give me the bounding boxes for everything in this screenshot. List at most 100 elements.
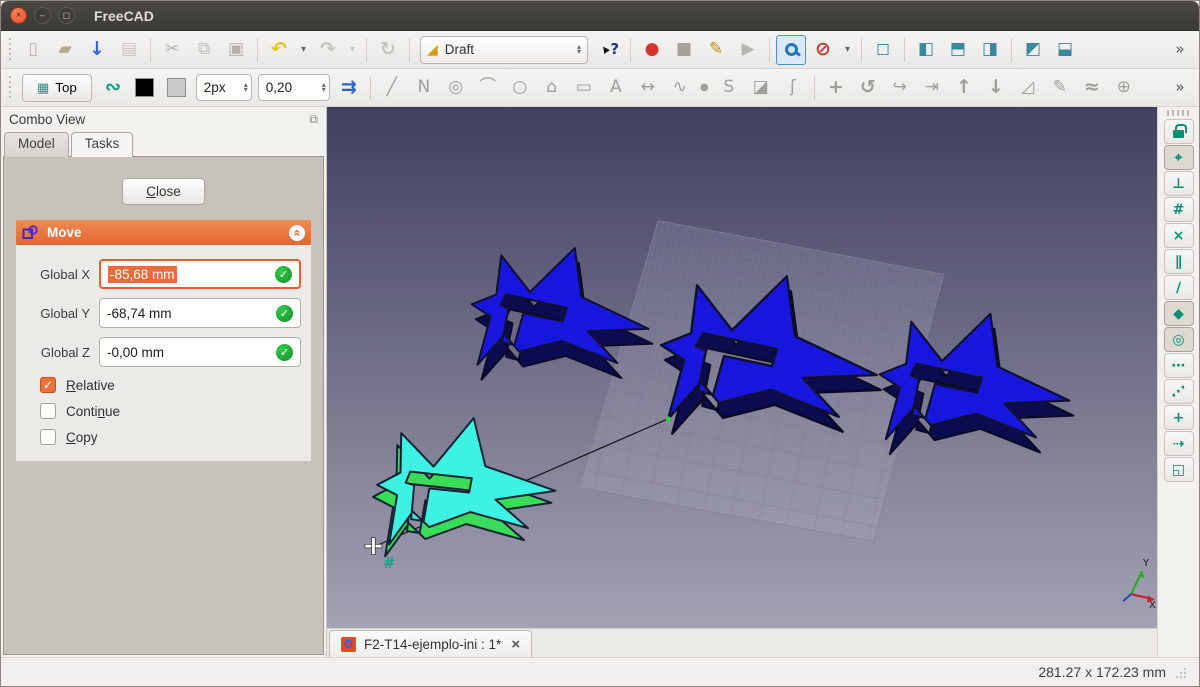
- draft-arc-button[interactable]: ⌒: [473, 73, 503, 103]
- undo-dropdown-button[interactable]: ▾: [296, 35, 311, 65]
- collapse-task-icon[interactable]: «: [289, 225, 305, 241]
- draft-offset-button[interactable]: ↪: [885, 73, 915, 103]
- snap-dimensions-button[interactable]: ⋯: [1164, 353, 1194, 378]
- draft-dimension-button[interactable]: ↔: [633, 73, 663, 103]
- draft-shapestring-button[interactable]: S: [714, 73, 744, 103]
- snap-intersection-button[interactable]: ×: [1164, 223, 1194, 248]
- view-dropdown-button[interactable]: ▾: [840, 35, 855, 65]
- snap-center-button[interactable]: ◎: [1164, 327, 1194, 352]
- maximize-window-button[interactable]: ◻: [58, 7, 75, 24]
- refresh-button[interactable]: ↻: [373, 35, 403, 65]
- snap-lock-button[interactable]: [1164, 119, 1194, 144]
- macro-run-button[interactable]: ▶: [733, 35, 763, 65]
- open-file-button[interactable]: ▰: [50, 35, 80, 65]
- toolbar-overflow-button[interactable]: »: [1165, 35, 1195, 65]
- draft-polygon-button[interactable]: ⌂: [537, 73, 567, 103]
- draft-add-point-button[interactable]: ⊕: [1109, 73, 1139, 103]
- line-width-spinbox[interactable]: 2px ▴▾: [196, 74, 252, 101]
- draft-downgrade-button[interactable]: ↓: [981, 73, 1011, 103]
- float-panel-icon[interactable]: ⧉: [309, 112, 318, 127]
- close-task-button[interactable]: Close: [122, 178, 205, 205]
- macro-record-button[interactable]: ●: [637, 35, 667, 65]
- draft-wire-to-bspline-button[interactable]: ≈: [1077, 73, 1107, 103]
- combo-spinner-icon[interactable]: ▴▾: [577, 45, 581, 54]
- checkbox-box[interactable]: [40, 403, 56, 419]
- checkbox-box[interactable]: [40, 429, 56, 445]
- snap-endpoint-button[interactable]: ⌖: [1164, 145, 1194, 170]
- draft-move-button[interactable]: +: [821, 73, 851, 103]
- view-right-button[interactable]: ◨: [975, 35, 1005, 65]
- draft-upgrade-button[interactable]: ↑: [949, 73, 979, 103]
- draft-circle-button[interactable]: ◎: [441, 73, 471, 103]
- cut-button[interactable]: ✂: [157, 35, 187, 65]
- redo-button[interactable]: ↷: [313, 35, 343, 65]
- coordinate-input[interactable]: -0,00 mm ✓: [99, 337, 301, 367]
- 3d-viewport[interactable]: # Y X: [327, 107, 1157, 628]
- print-button[interactable]: ▤: [114, 35, 144, 65]
- view-front-button[interactable]: ◧: [911, 35, 941, 65]
- macro-stop-button[interactable]: ■: [669, 35, 699, 65]
- snap-perpendicular-button[interactable]: ⊥: [1164, 171, 1194, 196]
- toolbar-drag-handle[interactable]: [7, 38, 14, 62]
- coordinate-input[interactable]: -85,68 mm ✓: [99, 259, 301, 289]
- scale-spinbox[interactable]: 0,20 ▴▾: [258, 74, 330, 101]
- paste-button[interactable]: ▣: [221, 35, 251, 65]
- whats-this-button[interactable]: ?: [594, 35, 624, 65]
- draft-bspline-button[interactable]: ∿: [665, 73, 695, 103]
- draft-text-button[interactable]: A: [601, 73, 631, 103]
- coordinate-input[interactable]: -68,74 mm ✓: [99, 298, 301, 328]
- relative-checkbox[interactable]: ✓ Relative: [40, 377, 301, 393]
- snap-near-button[interactable]: ⋰: [1164, 379, 1194, 404]
- macro-edit-button[interactable]: ✎: [701, 35, 731, 65]
- draft-point-button[interactable]: ●: [697, 73, 712, 103]
- document-tab[interactable]: ⚙ F2-T14-ejemplo-ini : 1* ×: [329, 630, 532, 657]
- snap-working-plane-button[interactable]: ◱: [1164, 457, 1194, 482]
- clipping-plane-button[interactable]: ⊘: [808, 35, 838, 65]
- combo-view-header[interactable]: Combo View ⧉: [1, 107, 326, 132]
- save-button[interactable]: ↓: [82, 35, 112, 65]
- fit-all-button[interactable]: [776, 35, 806, 65]
- draft-rectangle-button[interactable]: ▭: [569, 73, 599, 103]
- face-color-swatch[interactable]: [162, 73, 192, 103]
- redo-dropdown-button[interactable]: ▾: [345, 35, 360, 65]
- snap-ortho-button[interactable]: +: [1164, 405, 1194, 430]
- title-bar[interactable]: ×–◻ FreeCAD: [1, 1, 1199, 31]
- spinner-icon[interactable]: ▴▾: [244, 83, 248, 92]
- draft-facebinder-button[interactable]: ◪: [746, 73, 776, 103]
- move-task-header[interactable]: Move «: [16, 220, 311, 245]
- close-document-icon[interactable]: ×: [511, 636, 520, 653]
- continue-checkbox[interactable]: Continue: [40, 403, 301, 419]
- snap-parallel-button[interactable]: ∥: [1164, 249, 1194, 274]
- draft-bezier-button[interactable]: ʃ: [778, 73, 808, 103]
- toolbar-drag-handle[interactable]: [1167, 110, 1191, 116]
- tab-tasks[interactable]: Tasks: [71, 132, 134, 157]
- view-axonometric-button[interactable]: ◻: [868, 35, 898, 65]
- snap-grid-button[interactable]: #: [1164, 197, 1194, 222]
- copy-button[interactable]: ⧉: [189, 35, 219, 65]
- checkbox-box[interactable]: ✓: [40, 377, 56, 393]
- draft-trimex-button[interactable]: ⇥: [917, 73, 947, 103]
- apply-style-button[interactable]: ⇉: [334, 73, 364, 103]
- draft-wire-button[interactable]: N: [409, 73, 439, 103]
- view-bottom-button[interactable]: ◧: [1050, 35, 1080, 65]
- snap-midpoint-button[interactable]: ∕: [1164, 275, 1194, 300]
- snap-special-button[interactable]: ◆: [1164, 301, 1194, 326]
- minimize-window-button[interactable]: –: [34, 7, 51, 24]
- working-plane-button[interactable]: ▦ Top: [22, 74, 92, 102]
- copy-checkbox[interactable]: Copy: [40, 429, 301, 445]
- spinner-icon[interactable]: ▴▾: [322, 83, 326, 92]
- undo-button[interactable]: ↶: [264, 35, 294, 65]
- draft-ellipse-button[interactable]: ○: [505, 73, 535, 103]
- resize-grip[interactable]: [1174, 666, 1187, 679]
- toolbar-drag-handle[interactable]: [7, 76, 14, 100]
- close-window-button[interactable]: ×: [10, 7, 27, 24]
- toolbar-overflow-button[interactable]: »: [1165, 73, 1195, 103]
- new-file-button[interactable]: ▯: [18, 35, 48, 65]
- workbench-selector[interactable]: ◢ Draft ▴▾: [420, 36, 588, 64]
- draft-line-button[interactable]: ╱: [377, 73, 407, 103]
- view-top-button[interactable]: ◧: [943, 35, 973, 65]
- draft-rotate-button[interactable]: ↺: [853, 73, 883, 103]
- view-rear-button[interactable]: ◩: [1018, 35, 1048, 65]
- draft-scale-button[interactable]: ◿: [1013, 73, 1043, 103]
- snap-extension-button[interactable]: ⇢: [1164, 431, 1194, 456]
